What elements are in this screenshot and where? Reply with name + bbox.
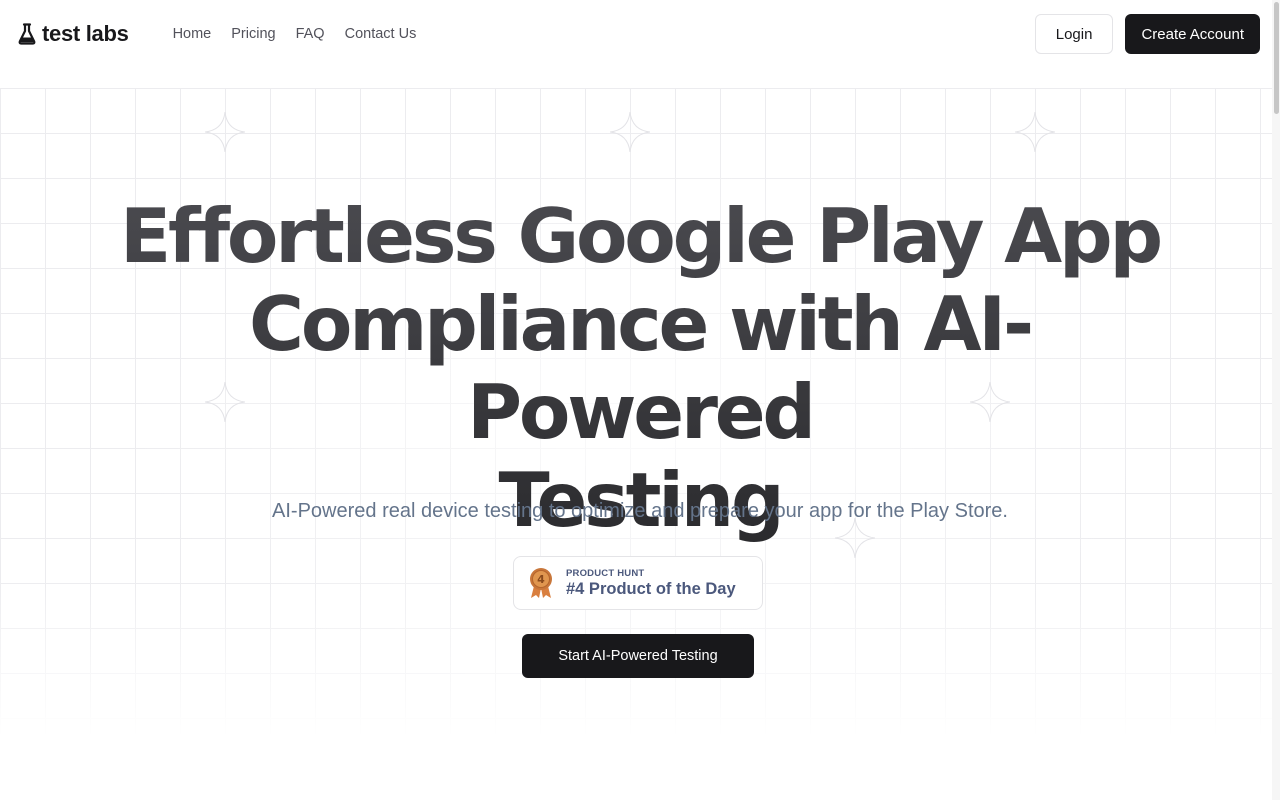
nav-link-home[interactable]: Home	[173, 26, 212, 42]
start-testing-button[interactable]: Start AI-Powered Testing	[522, 634, 754, 678]
sparkle-icon	[610, 112, 650, 152]
hero-title-line: Compliance with AI-Powered	[249, 280, 1031, 456]
header-actions: Login Create Account	[1034, 14, 1260, 54]
medal-icon: 4	[530, 568, 552, 598]
scrollbar-thumb[interactable]	[1274, 2, 1279, 114]
nav-link-faq[interactable]: FAQ	[296, 26, 325, 42]
nav-link-contact-us[interactable]: Contact Us	[345, 26, 417, 42]
hero-title: Effortless Google Play App Compliance wi…	[90, 192, 1190, 544]
create-account-button[interactable]: Create Account	[1125, 14, 1260, 54]
page-scrollbar[interactable]	[1272, 0, 1280, 800]
sparkle-icon	[205, 112, 245, 152]
product-hunt-text: PRODUCT HUNT #4 Product of the Day	[566, 568, 736, 599]
hero-subtitle: AI-Powered real device testing to optimi…	[272, 500, 1008, 522]
hero-title-line: Effortless Google Play App	[119, 192, 1160, 280]
brand-logo[interactable]: test labs	[18, 21, 129, 47]
flask-icon	[18, 23, 36, 45]
sparkle-icon	[1015, 112, 1055, 152]
site-header: test labs Home Pricing FAQ Contact Us Lo…	[0, 0, 1280, 68]
medal-number: 4	[537, 573, 545, 586]
login-button[interactable]: Login	[1034, 14, 1114, 54]
nav-link-pricing[interactable]: Pricing	[231, 26, 275, 42]
product-hunt-badge[interactable]: 4 PRODUCT HUNT #4 Product of the Day	[513, 556, 763, 610]
product-hunt-title: #4 Product of the Day	[566, 579, 736, 598]
product-hunt-kicker: PRODUCT HUNT	[566, 567, 645, 579]
brand-name: test labs	[42, 21, 129, 46]
main-nav: Home Pricing FAQ Contact Us	[173, 26, 417, 42]
